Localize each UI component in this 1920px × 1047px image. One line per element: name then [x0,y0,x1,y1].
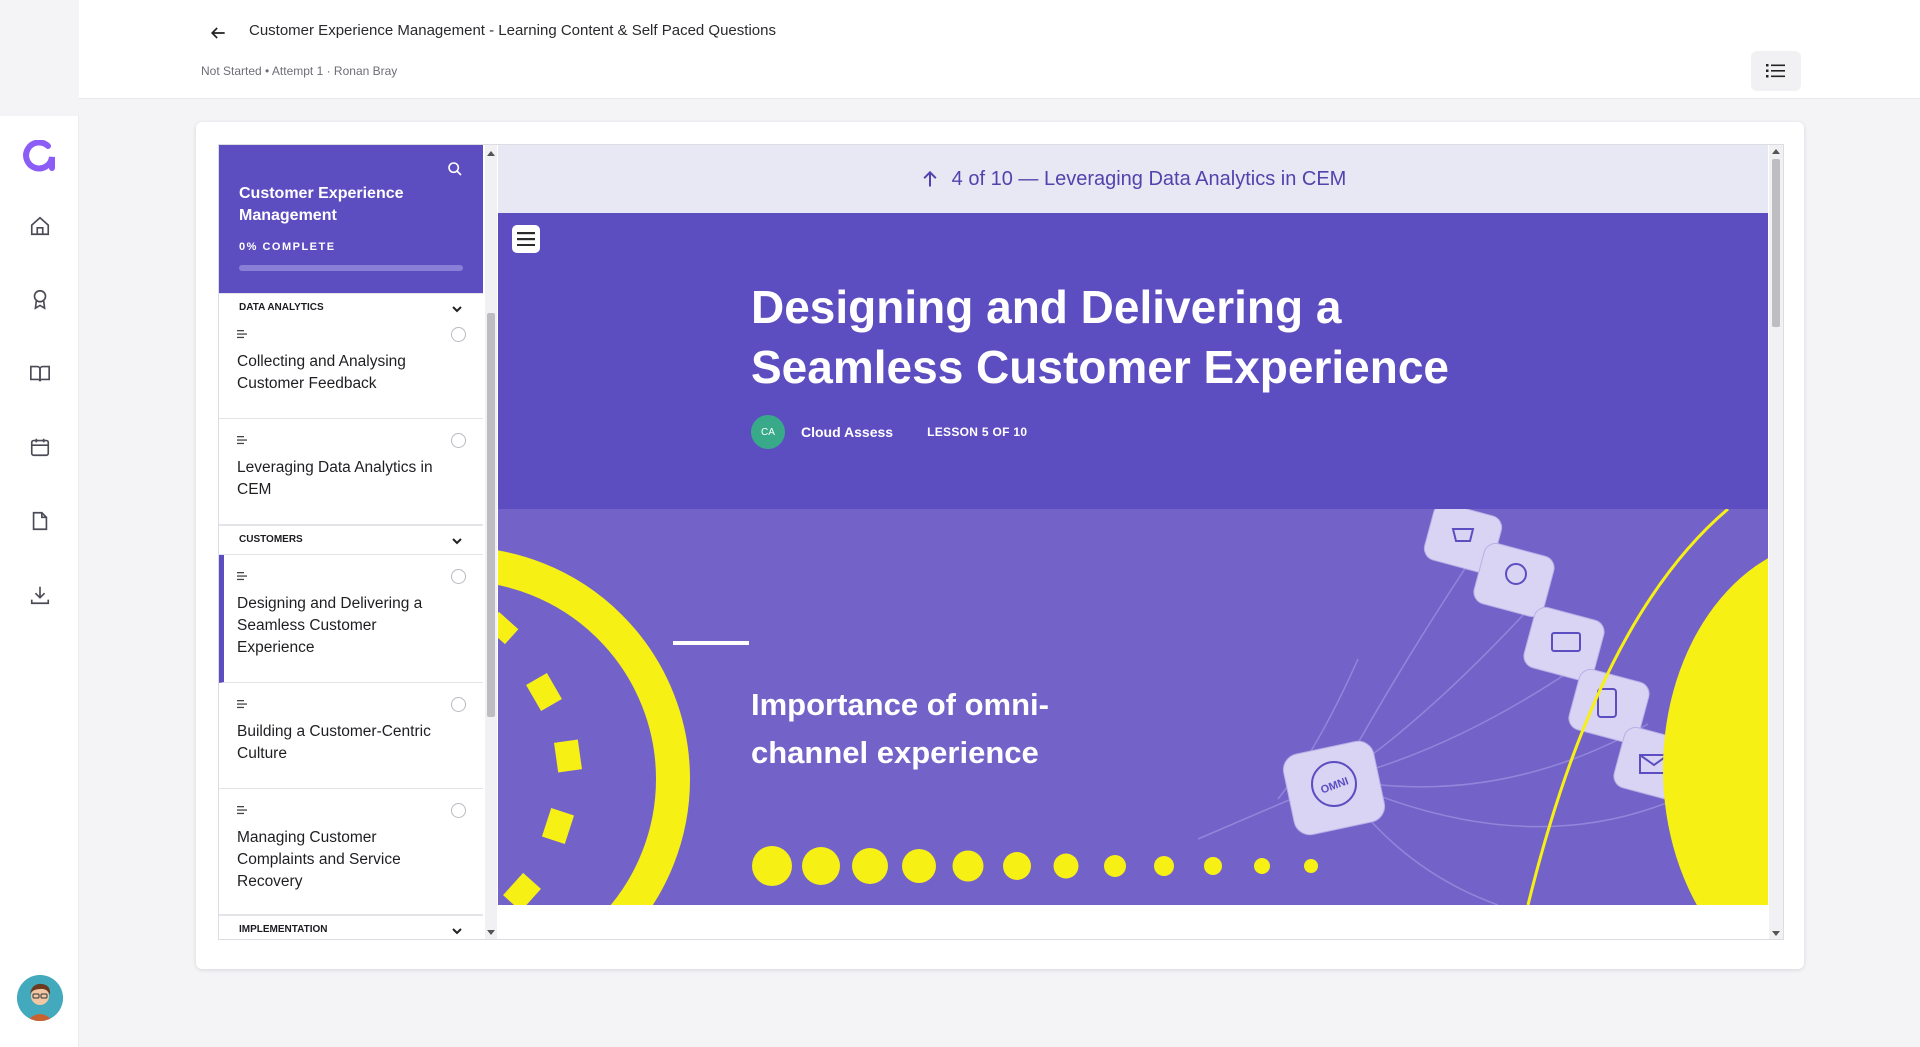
page-title: Customer Experience Management - Learnin… [249,22,776,39]
decorative-divider [673,641,749,645]
lesson-item[interactable]: Collecting and Analysing Customer Feedba… [219,313,483,419]
search-icon[interactable] [443,157,467,181]
text-lesson-icon [237,572,247,581]
progress-label: 0% COMPLETE [239,241,336,253]
text-lesson-icon [237,436,247,445]
rail-top-area [0,0,79,116]
lesson-banner-image: OMNI Importance of omni-channel experien… [498,509,1768,905]
scroll-up-icon[interactable] [487,151,495,156]
section-label: DATA ANALYTICS [239,302,324,313]
author-name: Cloud Assess [801,424,894,440]
section-implementation[interactable]: IMPLEMENTATION [219,915,483,939]
progress-status-icon [451,569,466,584]
text-lesson-icon [237,700,247,709]
scrollbar-thumb[interactable] [1772,159,1780,327]
back-button[interactable] [203,18,233,48]
outline-menu-button[interactable] [1751,51,1801,91]
previous-lesson-link[interactable]: 4 of 10 — Leveraging Data Analytics in C… [498,145,1768,213]
list-icon [1766,64,1785,78]
lesson-item[interactable]: Leveraging Data Analytics in CEM [219,419,483,525]
page-header: Customer Experience Management - Learnin… [79,0,1920,99]
section-customers[interactable]: CUSTOMERS [219,525,483,555]
chevron-down-icon [452,928,462,935]
scrollbar-thumb[interactable] [487,313,495,717]
section-label: IMPLEMENTATION [239,924,328,935]
lesson-item-active[interactable]: Designing and Delivering a Seamless Cust… [219,555,483,683]
progress-status-icon [451,697,466,712]
scroll-down-icon[interactable] [487,930,495,935]
banner-heading: Importance of omni-channel experience [751,687,1049,770]
attempt-status: Not Started • Attempt 1 · Ronan Bray [201,64,398,78]
text-lesson-icon [237,330,247,339]
content-scrollbar[interactable] [1769,145,1783,939]
scroll-up-icon[interactable] [1772,149,1780,154]
book-icon[interactable] [27,360,53,386]
chevron-down-icon [452,538,462,545]
menu-button[interactable] [512,225,540,253]
download-icon[interactable] [27,582,53,608]
arrow-up-icon [923,170,937,187]
lesson-content: 4 of 10 — Leveraging Data Analytics in C… [498,145,1768,939]
lesson-title: Designing and Delivering a Seamless Cust… [237,595,423,656]
scroll-down-icon[interactable] [1772,931,1780,936]
lesson-title-heading: Designing and Delivering a Seamless Cust… [751,281,1450,393]
hamburger-icon [517,232,535,246]
lesson-counter: LESSON 5 OF 10 [927,425,1028,439]
lesson-item[interactable]: Managing Customer Complaints and Service… [219,789,483,915]
previous-lesson-label: 4 of 10 — Leveraging Data Analytics in C… [951,167,1347,190]
text-lesson-icon [237,806,247,815]
app-logo-icon[interactable] [23,139,57,174]
course-header: Customer Experience Management 0% COMPLE… [219,145,483,297]
sidebar-scrollbar[interactable] [485,145,497,939]
author-badge: CA [751,415,785,449]
section-label: CUSTOMERS [239,534,303,545]
banner-illustration: OMNI [498,509,1768,905]
lesson-item[interactable]: Building a Customer-Centric Culture [219,683,483,789]
progress-status-icon [451,327,466,342]
user-avatar[interactable] [17,975,63,1021]
document-icon[interactable] [27,508,53,534]
lesson-title: Collecting and Analysing Customer Feedba… [237,353,406,392]
progress-status-icon [451,433,466,448]
course-sidebar: Customer Experience Management 0% COMPLE… [219,145,483,939]
lesson-title: Managing Customer Complaints and Service… [237,829,401,890]
lesson-hero: Designing and Delivering a Seamless Cust… [498,213,1768,509]
course-player-frame: Customer Experience Management 0% COMPLE… [218,144,1784,940]
award-icon[interactable] [27,286,53,312]
progress-bar [239,265,463,271]
app-rail [0,0,79,1047]
home-icon[interactable] [27,213,53,239]
course-title: Customer Experience Management [239,185,404,224]
lesson-title: Building a Customer-Centric Culture [237,723,431,762]
lesson-meta: CA Cloud Assess LESSON 5 OF 10 [751,415,1027,449]
progress-status-icon [451,803,466,818]
calendar-icon[interactable] [27,434,53,460]
lesson-title: Leveraging Data Analytics in CEM [237,459,433,498]
